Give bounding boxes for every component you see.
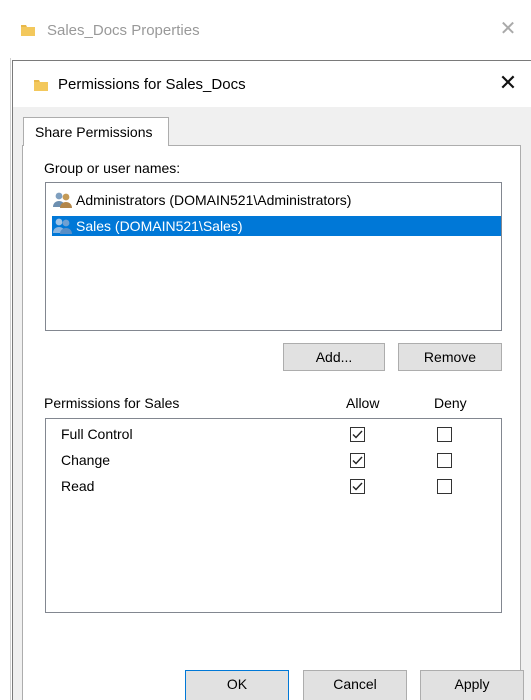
outer-window-border — [10, 58, 11, 700]
cancel-button[interactable]: Cancel — [303, 670, 407, 700]
permission-read: Read — [61, 478, 95, 494]
remove-button[interactable]: Remove — [398, 343, 502, 371]
user-group-icon — [52, 191, 74, 214]
deny-column-header: Deny — [434, 395, 467, 411]
deny-checkbox-full-control[interactable] — [437, 427, 452, 442]
deny-checkbox-change[interactable] — [437, 453, 452, 468]
allow-checkbox-read[interactable] — [350, 479, 365, 494]
group-label: Group or user names: — [44, 160, 181, 176]
permission-full-control: Full Control — [61, 426, 133, 442]
close-icon[interactable]: ✕ — [496, 72, 520, 96]
permissions-header: Permissions for Sales — [44, 395, 180, 411]
user-group-icon — [52, 217, 74, 240]
deny-checkbox-read[interactable] — [437, 479, 452, 494]
user-name: Administrators (DOMAIN521\Administrators… — [76, 192, 352, 208]
allow-checkbox-change[interactable] — [350, 453, 365, 468]
permission-change: Change — [61, 452, 111, 468]
user-name: Sales (DOMAIN521\Sales) — [76, 218, 243, 234]
tab-share-permissions[interactable]: Share Permissions — [23, 117, 169, 146]
dialog-title: Permissions for Sales_Docs — [58, 76, 246, 93]
outer-window-title: Sales_Docs Properties — [47, 22, 200, 39]
outer-close-icon[interactable]: ✕ — [497, 18, 519, 40]
folder-icon — [33, 77, 49, 96]
add-button[interactable]: Add... — [283, 343, 385, 371]
outer-window-titlebar: Sales_Docs Properties — [0, 0, 531, 58]
permissions-list — [45, 418, 502, 613]
list-item[interactable]: Administrators (DOMAIN521\Administrators… — [52, 190, 359, 210]
allow-checkbox-full-control[interactable] — [350, 427, 365, 442]
list-item-selected[interactable]: Sales (DOMAIN521\Sales) — [52, 216, 501, 236]
user-list[interactable]: Administrators (DOMAIN521\Administrators… — [45, 182, 502, 331]
ok-button[interactable]: OK — [185, 670, 289, 700]
allow-column-header: Allow — [346, 395, 380, 411]
dialog-titlebar: Permissions for Sales_Docs — [13, 61, 531, 107]
folder-icon — [20, 22, 36, 41]
apply-button[interactable]: Apply — [420, 670, 524, 700]
